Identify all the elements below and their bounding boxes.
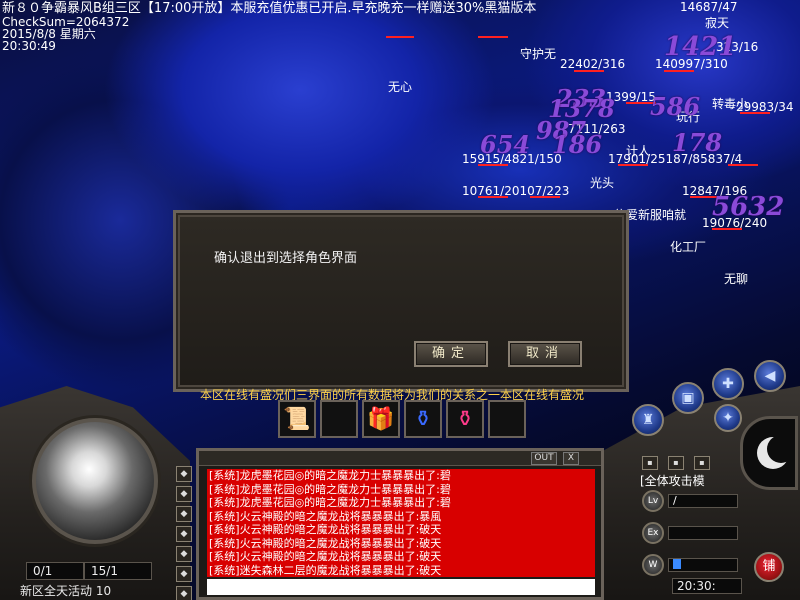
- moon-icon: [757, 435, 795, 469]
- chat-window: OUT X [系统]龙虎墨花园◎的暗之魔龙力士暴暴暴出了:碧 [系统]龙虎墨花园…: [196, 448, 604, 600]
- scroll-icon[interactable]: 📜: [278, 400, 316, 438]
- health-bar: [478, 36, 508, 38]
- chat-line: [系统]龙虎墨花园◎的暗之魔龙力士暴暴暴出了:碧: [209, 496, 451, 509]
- weight-bar: [668, 558, 738, 572]
- damage-number: 654: [480, 130, 531, 159]
- chat-channel-icon[interactable]: ◆: [176, 586, 192, 600]
- map-icon[interactable]: ✚: [712, 368, 744, 400]
- map-label-chem-factory[interactable]: 化工厂: [670, 238, 706, 255]
- skill-icon[interactable]: ✦: [714, 404, 742, 432]
- player-label-light[interactable]: 光头: [590, 174, 614, 191]
- health-bar: [530, 196, 560, 198]
- blue-potion-icon[interactable]: ⚱: [404, 400, 442, 438]
- chat-side-icons: ◆ ◆ ◆ ◆ ◆ ◆ ◆: [176, 466, 194, 600]
- game-screen: 新８０争霸暴风B组三区【17:00开放】本服充值优惠已开启.早充晚充一样赠送30…: [0, 0, 800, 600]
- chat-line: [系统]火云神殿的暗之魔龙战将暴暴暴出了:破天: [209, 536, 442, 550]
- damage-number: 186: [552, 130, 603, 159]
- damage-number: 1421: [664, 32, 737, 62]
- health-bar: [478, 164, 508, 166]
- chat-channel-icon[interactable]: ◆: [176, 546, 192, 562]
- bag-icon[interactable]: ▣: [672, 382, 704, 414]
- chat-close-button[interactable]: X: [563, 452, 579, 465]
- damage-number: 178: [672, 128, 723, 157]
- panel-toggle-icon[interactable]: ▪: [694, 456, 710, 470]
- chat-input[interactable]: [207, 579, 595, 595]
- chat-channel-icon[interactable]: ◆: [176, 466, 192, 482]
- game-clock: 20:30:: [672, 578, 742, 594]
- player-label-top[interactable]: 寂天: [705, 14, 729, 31]
- health-bar: [728, 164, 758, 166]
- chat-out-button[interactable]: OUT: [531, 452, 557, 465]
- day-night-indicator: [740, 416, 798, 490]
- chat-channel-icon[interactable]: ◆: [176, 566, 192, 582]
- empty-slot[interactable]: [320, 400, 358, 438]
- weight-dial: W: [642, 554, 664, 576]
- damage-number: 586: [650, 92, 701, 121]
- empty-slot[interactable]: [488, 400, 526, 438]
- dialog-message: 确认退出到选择角色界面: [214, 251, 358, 266]
- chat-line: [系统]龙虎墨花园◎的暗之魔龙力士暴暴暴出了:碧: [209, 482, 451, 496]
- chat-line: [系统]火云神殿的暗之魔龙战将暴暴暴出了:暴風: [209, 509, 442, 523]
- area-name: 新区全天活动 10: [20, 584, 112, 598]
- chat-channel-icon[interactable]: ◆: [176, 486, 192, 502]
- exp-bar: [668, 526, 738, 540]
- gift-box-icon[interactable]: 🎁: [362, 400, 400, 438]
- npc-label-guard[interactable]: 守护无: [520, 45, 556, 62]
- health-bar: [574, 70, 604, 72]
- sound-icon[interactable]: ◀: [754, 360, 786, 392]
- chat-messages: [系统]龙虎墨花园◎的暗之魔龙力士暴暴暴出了:碧 [系统]龙虎墨花园◎的暗之魔龙…: [207, 469, 595, 577]
- server-announcement: 新８０争霸暴风B组三区【17:00开放】本服充值优惠已开启.早充晚充一样赠送30…: [2, 1, 537, 16]
- panel-toggle-icon[interactable]: ▪: [642, 456, 658, 470]
- hp-box: 0/1: [26, 562, 84, 580]
- hp-mp-orb: [32, 418, 158, 544]
- scrolling-notice: 本区在线有盛况们三界面的所有数据将为我们的关系之一本区在线有盛况: [200, 388, 585, 400]
- chat-line: [系统]龙虎墨花园◎的暗之魔龙力士暴暴暴出了:碧: [209, 469, 451, 482]
- time-text: 20:30:49: [2, 39, 56, 53]
- attack-mode-label[interactable]: [全体攻击模: [640, 472, 705, 489]
- health-bar: [740, 112, 770, 114]
- health-bar: [386, 36, 414, 38]
- level-bar: /: [668, 494, 738, 508]
- health-bar: [664, 70, 694, 72]
- level-dial: Lv: [642, 490, 664, 512]
- chat-channel-icon[interactable]: ◆: [176, 526, 192, 542]
- chat-line: [系统]火云神殿的暗之魔龙战将暴暴暴出了:破天: [209, 550, 442, 563]
- panel-toggle-icon[interactable]: ▪: [668, 456, 684, 470]
- chat-line: [系统]迷失森林二层的魔龙战将暴暴暴出了:破天: [209, 563, 442, 577]
- health-bar: [712, 228, 742, 230]
- bottom-hud: 本区在线有盛况们三界面的所有数据将为我们的关系之一本区在线有盛况 0/1 15/…: [0, 360, 800, 600]
- cancel-button[interactable]: 取消: [508, 341, 582, 367]
- npc-label-none[interactable]: 无心: [388, 78, 412, 95]
- health-bar: [478, 196, 508, 198]
- chat-line: [系统]火云神殿的暗之魔龙战将暴暴暴出了:破天: [209, 523, 442, 536]
- red-potion-icon[interactable]: ⚱: [446, 400, 484, 438]
- hp-label: 22402/316: [560, 57, 626, 71]
- exp-dial: Ex: [642, 522, 664, 544]
- exit-confirm-dialog: 确认退出到选择角色界面 确定 取消: [173, 210, 629, 392]
- chat-header: OUT X: [199, 451, 601, 466]
- player-label-none-right[interactable]: 无聊: [724, 270, 748, 287]
- right-controls: ♜ ▣ ✚ ◀ ☺ ✦ ▪ ▪ ▪ [全体攻击模 Lv / Ex W 20:30…: [604, 360, 800, 600]
- hp-label: 14687/47: [680, 0, 738, 14]
- mp-box: 15/1: [84, 562, 152, 580]
- confirm-button[interactable]: 确定: [414, 341, 488, 367]
- shop-button[interactable]: 铺: [754, 552, 784, 582]
- damage-number: 5632: [712, 192, 785, 222]
- chat-channel-icon[interactable]: ◆: [176, 506, 192, 522]
- quick-item-belt: 📜 🎁 ⚱ ⚱: [278, 400, 540, 440]
- health-bar: [618, 164, 648, 166]
